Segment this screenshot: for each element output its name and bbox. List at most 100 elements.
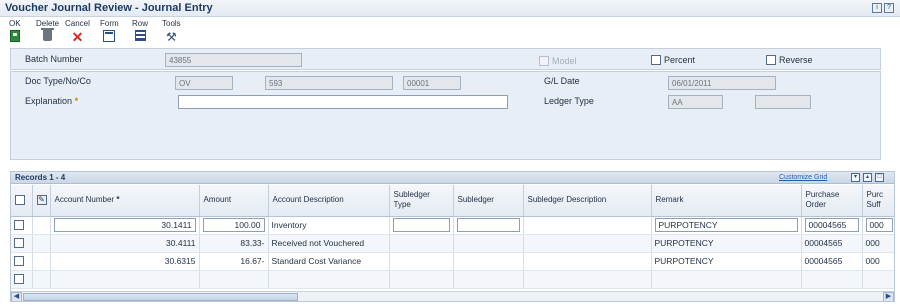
scrollbar-thumb[interactable] (23, 293, 298, 301)
col-account-description[interactable]: Account Description (268, 185, 390, 217)
col-subledger[interactable]: Subledger (453, 185, 524, 217)
remark-input[interactable]: PURPOTENCY (654, 218, 798, 232)
row-checkbox[interactable] (14, 238, 24, 249)
row-checkbox[interactable] (14, 256, 24, 267)
subledger-cell[interactable] (453, 270, 524, 289)
subledger-type-input[interactable] (392, 218, 450, 232)
records-grid: Records 1 - 4 Customize Grid ▾ ▴ □ ✎ Acc… (10, 171, 895, 302)
table-row[interactable] (11, 270, 894, 289)
row-checkbox-cell[interactable] (11, 252, 33, 271)
info-icon[interactable]: i (872, 3, 882, 13)
row-menu-button[interactable]: Row (132, 19, 148, 41)
amount-cell[interactable]: 83.33- (199, 234, 269, 253)
purchase-order-input[interactable]: 00004565 (804, 218, 859, 232)
purchase-order-cell[interactable]: 00004565 (801, 252, 863, 271)
subledger-description-cell (523, 270, 652, 289)
select-all-checkbox[interactable] (15, 195, 25, 206)
col-remark[interactable]: Remark (651, 185, 802, 217)
ledger-type-extra-field (755, 95, 811, 109)
reverse-checkbox[interactable] (766, 55, 776, 65)
horizontal-scrollbar[interactable]: ◀ ▶ (11, 291, 894, 301)
purchase-suffix-cell[interactable]: 000 (862, 216, 894, 235)
remark-cell[interactable]: PURPOTENCY (651, 216, 802, 235)
col-subledger-type[interactable]: Subledger Type (389, 185, 454, 217)
remark-cell[interactable]: PURPOTENCY (651, 252, 802, 271)
table-row[interactable]: 30.4111 83.33- Received not Vouchered PU… (11, 234, 894, 253)
purchase-suffix-cell[interactable] (862, 270, 894, 289)
amount-cell[interactable]: 16.67- (199, 252, 269, 271)
col-purchase-suffix[interactable]: Purc Suff (862, 185, 894, 217)
account-input[interactable]: 30.1411 (53, 218, 196, 232)
row-checkbox[interactable] (14, 274, 24, 285)
purchase-order-cell[interactable]: 00004565 (801, 216, 863, 235)
row-indicator-cell (32, 252, 51, 271)
header-icons: i ? (872, 3, 894, 13)
ok-button[interactable]: OK (9, 19, 21, 42)
grid-header-row: ✎ Account Number * Amount Account Descri… (11, 185, 894, 217)
grid-header-bar: Records 1 - 4 Customize Grid ▾ ▴ □ (11, 172, 894, 184)
purchase-order-cell[interactable]: 00004565 (801, 234, 863, 253)
customize-grid-link[interactable]: Customize Grid (779, 174, 827, 181)
scroll-left-icon[interactable]: ◀ (11, 292, 22, 301)
account-cell[interactable]: 30.1411 (50, 216, 200, 235)
row-checkbox-cell[interactable] (11, 270, 33, 289)
cancel-button[interactable]: Cancel ✕ (65, 19, 90, 44)
amount-input[interactable]: 100.00 (202, 218, 265, 232)
remark-cell[interactable]: PURPOTENCY (651, 234, 802, 253)
amount-cell[interactable]: 100.00 (199, 216, 269, 235)
subledger-description-cell (523, 216, 652, 235)
remark-cell[interactable] (651, 270, 802, 289)
row-checkbox-cell[interactable] (11, 216, 33, 235)
explanation-input[interactable] (178, 95, 508, 109)
col-subledger-description[interactable]: Subledger Description (523, 185, 652, 217)
col-account-number[interactable]: Account Number * (50, 185, 200, 217)
amount-cell[interactable] (199, 270, 269, 289)
purchase-suffix-input[interactable]: 000 (865, 218, 893, 232)
purchase-suffix-cell[interactable]: 000 (862, 252, 894, 271)
col-purchase-order[interactable]: Purchase Order (801, 185, 863, 217)
subledger-description-cell (523, 234, 652, 253)
subledger-type-cell[interactable] (389, 270, 454, 289)
gl-date-field: 06/01/2011 (668, 76, 776, 90)
subledger-input[interactable] (456, 218, 520, 232)
export-icon[interactable]: ▾ (851, 173, 860, 182)
subledger-cell[interactable] (453, 216, 524, 235)
row-checkbox-cell[interactable] (11, 234, 33, 253)
maximize-icon[interactable]: □ (875, 173, 884, 182)
col-amount[interactable]: Amount (199, 185, 269, 217)
scroll-right-icon[interactable]: ▶ (883, 292, 894, 301)
row-selector-header[interactable]: ✎ (32, 185, 51, 217)
form-menu-button[interactable]: Form (100, 19, 119, 42)
account-cell[interactable]: 30.6315 (50, 252, 200, 271)
select-all-header[interactable] (11, 185, 33, 217)
delete-button[interactable]: Delete (36, 19, 59, 41)
percent-label: Percent (664, 55, 696, 65)
table-row[interactable]: 30.6315 16.67- Standard Cost Variance PU… (11, 252, 894, 271)
subledger-type-cell[interactable] (389, 252, 454, 271)
subledger-type-cell[interactable] (389, 216, 454, 235)
import-icon[interactable]: ▴ (863, 173, 872, 182)
toolbar: OK Delete Cancel ✕ Form Row Tools ⚒ (0, 18, 900, 48)
ledger-type-label: Ledger Type (544, 96, 594, 106)
account-cell[interactable]: 30.4111 (50, 234, 200, 253)
subledger-cell[interactable] (453, 252, 524, 271)
row-checkbox[interactable] (14, 220, 24, 231)
tools-menu-button[interactable]: Tools ⚒ (162, 19, 181, 44)
doc-type-field: OV (175, 76, 233, 90)
doc-company-field: 00001 (403, 76, 461, 90)
subledger-type-cell[interactable] (389, 234, 454, 253)
ok-label: OK (9, 19, 21, 28)
explanation-label: Explanation * (25, 96, 78, 106)
account-cell[interactable] (50, 270, 200, 289)
row-selector-icon[interactable]: ✎ (36, 195, 47, 206)
help-icon[interactable]: ? (884, 3, 894, 13)
table-row[interactable]: 30.1411 100.00 Inventory PURPOTENCY 0000… (11, 216, 894, 235)
batch-panel: Batch Number 43855 Model Percent Reverse (10, 48, 881, 70)
row-indicator-cell (32, 270, 51, 289)
purchase-suffix-cell[interactable]: 000 (862, 234, 894, 253)
explanation-label-text: Explanation (25, 96, 73, 106)
form-icon (103, 30, 116, 42)
percent-checkbox[interactable] (651, 55, 661, 65)
purchase-order-cell[interactable] (801, 270, 863, 289)
subledger-cell[interactable] (453, 234, 524, 253)
